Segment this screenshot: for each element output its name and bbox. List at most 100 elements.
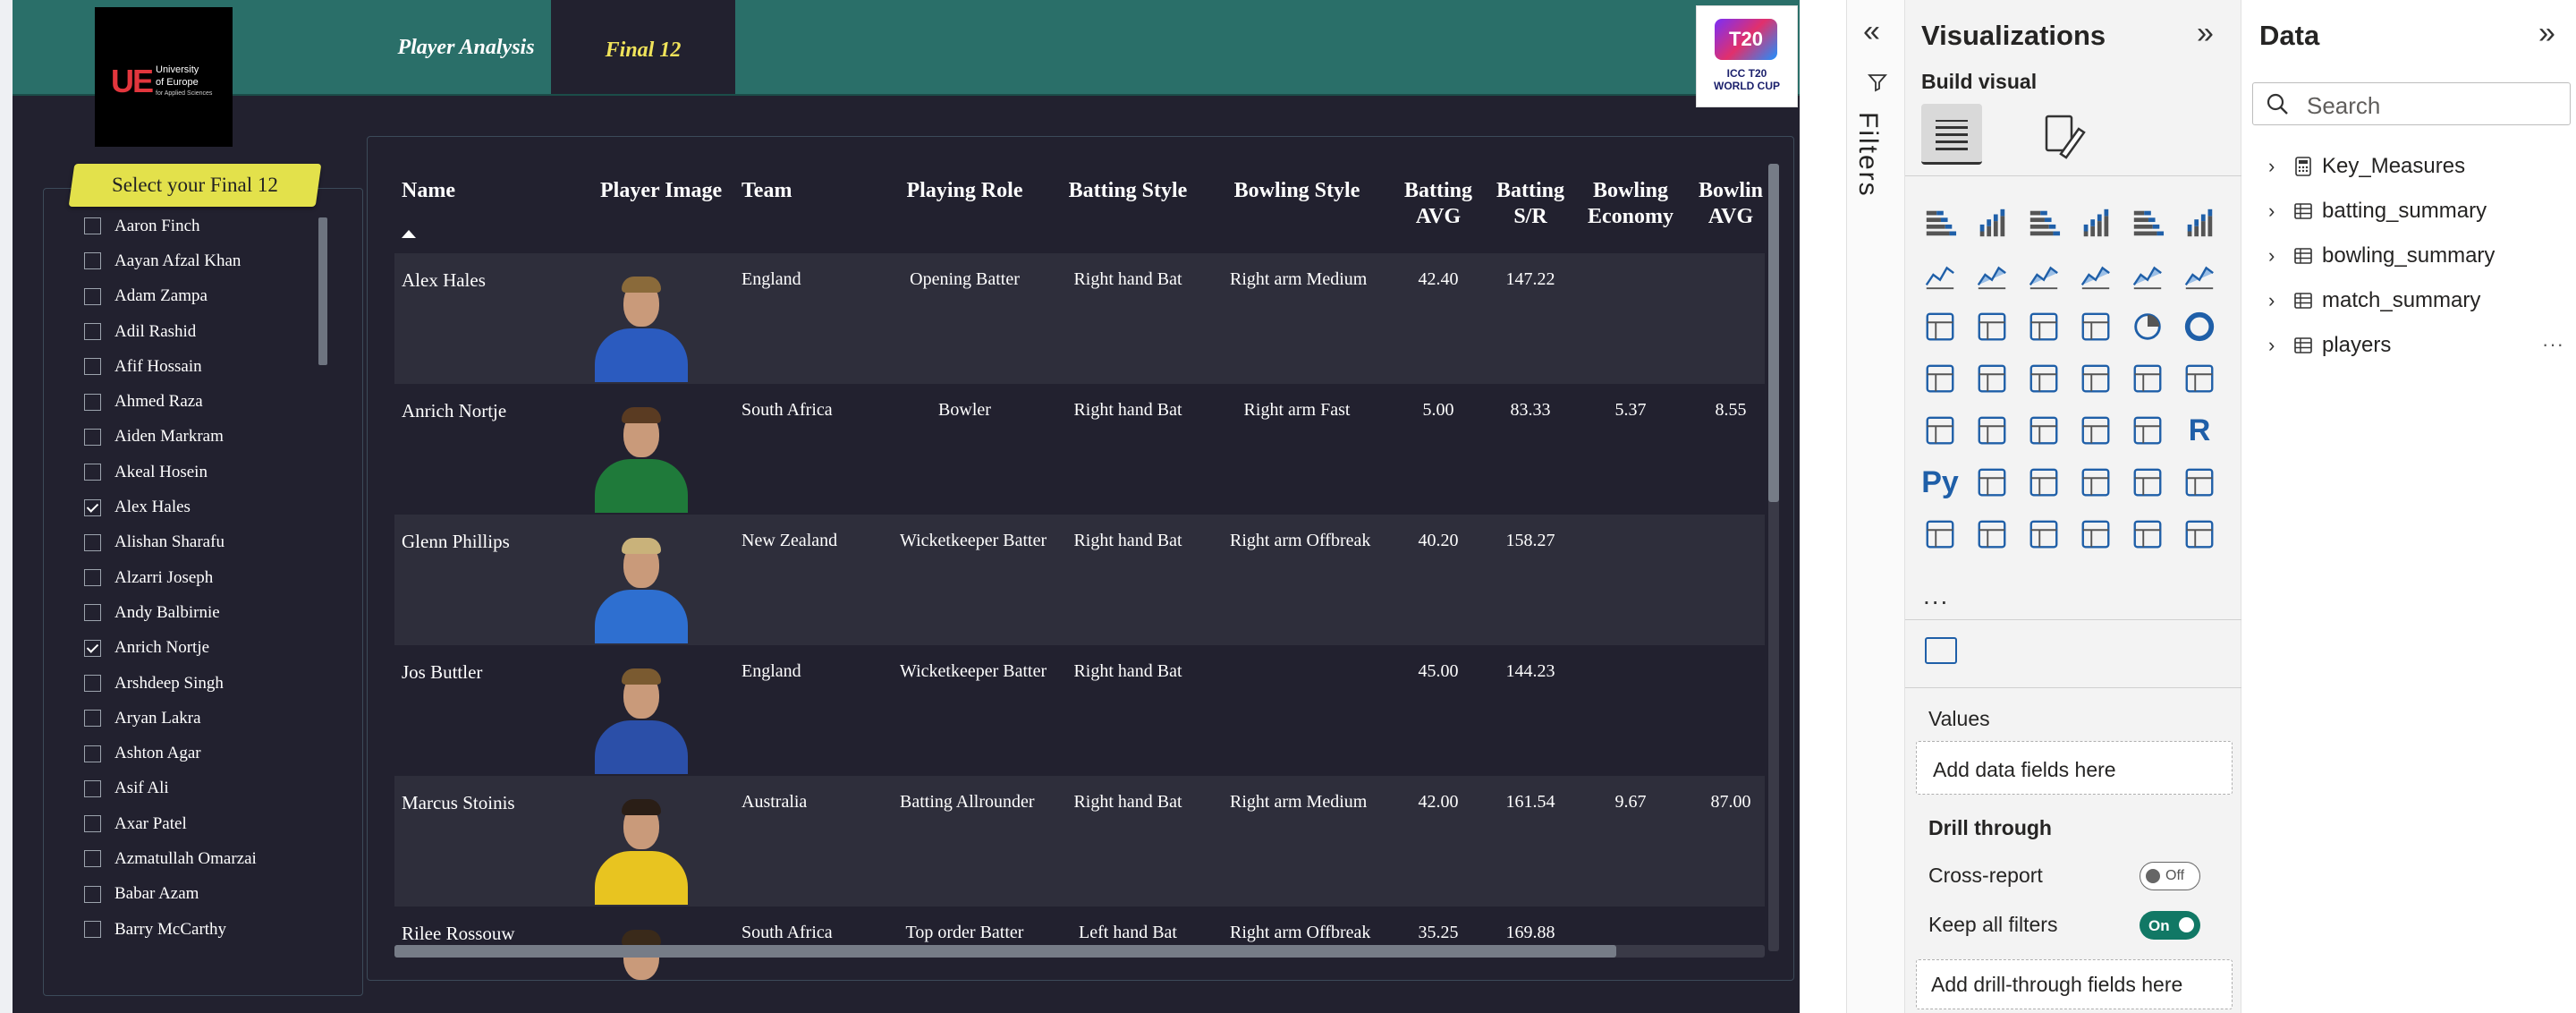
- 100-stacked-column-icon[interactable]: [2179, 202, 2220, 243]
- table-row[interactable]: Glenn Phillips New Zealand Wicketkeeper Ba…: [394, 515, 1765, 645]
- data-field-item[interactable]: › Key_Measures: [2268, 152, 2465, 181]
- multi-row-card-icon[interactable]: [1919, 410, 1961, 451]
- col-player-image[interactable]: Player Image: [600, 178, 722, 204]
- table-row[interactable]: Rilee Rossouw South Africa Top order Batte…: [394, 907, 1765, 980]
- 100-stacked-bar-icon[interactable]: [2127, 202, 2168, 243]
- build-visual-icon[interactable]: [1921, 104, 1982, 165]
- line-stacked-column-icon[interactable]: [2179, 254, 2220, 295]
- col-name[interactable]: Name: [402, 178, 455, 204]
- slicer-item[interactable]: Axar Patel: [44, 806, 312, 841]
- slicer-icon[interactable]: [2023, 410, 2064, 451]
- checkbox[interactable]: [84, 745, 101, 762]
- tab-final12[interactable]: Final 12: [551, 0, 735, 96]
- filled-map-icon[interactable]: [2023, 358, 2064, 399]
- stacked-column-icon[interactable]: [1971, 202, 2012, 243]
- filters-label[interactable]: Filters: [1852, 112, 1883, 198]
- waterfall-icon[interactable]: [1971, 306, 2012, 347]
- line-clustered-column-icon[interactable]: [2127, 254, 2168, 295]
- clustered-bar-icon[interactable]: [2023, 202, 2064, 243]
- slicer-item[interactable]: Aiden Markram: [44, 420, 312, 455]
- checkbox[interactable]: [84, 428, 101, 446]
- chevron-right-icon[interactable]: ›: [2268, 200, 2286, 223]
- table-row[interactable]: Jos Buttler England Wicketkeeper Batter Rig…: [394, 645, 1765, 776]
- checkbox[interactable]: [84, 533, 101, 551]
- stacked-bar-icon[interactable]: [1919, 202, 1961, 243]
- chevron-right-icon[interactable]: ›: [2268, 334, 2286, 357]
- metrics-icon[interactable]: [2179, 462, 2220, 503]
- checkbox[interactable]: [84, 393, 101, 411]
- funnel-icon[interactable]: [2023, 306, 2064, 347]
- col-bowling-avg[interactable]: Bowlin AVG: [1695, 178, 1767, 230]
- filters-collapse-icon[interactable]: «: [1863, 16, 1880, 47]
- smart-narrative-icon[interactable]: [1971, 514, 2012, 555]
- checkbox-checked[interactable]: [84, 639, 101, 657]
- checkbox[interactable]: [84, 358, 101, 376]
- col-batting-avg[interactable]: Batting AVG: [1402, 178, 1474, 230]
- data-field-item[interactable]: › bowling_summary: [2268, 242, 2495, 270]
- slicer-item[interactable]: Barry McCarthy: [44, 912, 312, 947]
- clustered-column-icon[interactable]: [2075, 202, 2116, 243]
- checkbox[interactable]: [84, 323, 101, 341]
- card-icon[interactable]: [2179, 358, 2220, 399]
- sort-ascending-icon[interactable]: [402, 230, 416, 238]
- col-bowling-economy[interactable]: Bowling Economy: [1586, 178, 1675, 230]
- slicer-item[interactable]: Azmatullah Omarzai: [44, 841, 312, 876]
- kpi-icon[interactable]: [1971, 410, 2012, 451]
- slicer-item[interactable]: Alishan Sharafu: [44, 525, 312, 560]
- data-expand-icon[interactable]: »: [2538, 16, 2555, 51]
- decomposition-tree-icon[interactable]: [2023, 462, 2064, 503]
- slicer-item[interactable]: Andy Balbirnie: [44, 595, 312, 630]
- diamond-visual-icon[interactable]: [2127, 514, 2168, 555]
- treemap-icon[interactable]: [1919, 358, 1961, 399]
- chevron-right-icon[interactable]: ›: [2268, 289, 2286, 312]
- table-icon[interactable]: [2075, 410, 2116, 451]
- checkbox[interactable]: [84, 604, 101, 622]
- keep-all-filters-toggle[interactable]: On: [2140, 911, 2200, 940]
- table-row[interactable]: Marcus Stoinis Australia Batting Allrounde…: [394, 776, 1765, 907]
- slicer-item[interactable]: Ashton Agar: [44, 736, 312, 770]
- line-chart-icon[interactable]: [1919, 254, 1961, 295]
- azure-map-icon[interactable]: [2075, 358, 2116, 399]
- slicer-item[interactable]: Asif Ali: [44, 771, 312, 806]
- chevron-right-icon[interactable]: ›: [2268, 155, 2286, 178]
- pie-icon[interactable]: [2127, 306, 2168, 347]
- table-vertical-scrollbar[interactable]: [1768, 164, 1779, 502]
- checkbox[interactable]: [84, 217, 101, 235]
- area-chart-icon[interactable]: [1971, 254, 2012, 295]
- table-row[interactable]: Anrich Nortje South Africa Bowler Right han…: [394, 384, 1765, 515]
- checkbox[interactable]: [84, 779, 101, 797]
- checkbox[interactable]: [84, 815, 101, 833]
- image-visual-icon[interactable]: [1925, 637, 1957, 664]
- slicer-scrollbar[interactable]: [318, 217, 327, 365]
- chevron-right-icon[interactable]: ›: [2268, 244, 2286, 268]
- drill-through-drop-well[interactable]: Add drill-through fields here: [1916, 959, 2233, 1009]
- matrix-icon[interactable]: [2127, 410, 2168, 451]
- filters-pane[interactable]: « Filters: [1846, 0, 1905, 1013]
- slicer-item[interactable]: Arshdeep Singh: [44, 666, 312, 701]
- more-options-icon[interactable]: ···: [2542, 333, 2564, 356]
- checkbox[interactable]: [84, 710, 101, 728]
- checkbox[interactable]: [84, 850, 101, 868]
- stacked-area-icon[interactable]: [2023, 254, 2064, 295]
- paginated-report-icon[interactable]: [2127, 462, 2168, 503]
- slicer-item[interactable]: Adil Rashid: [44, 314, 312, 349]
- slicer-item[interactable]: Alex Hales: [44, 489, 312, 524]
- tab-player-analysis[interactable]: Player Analysis: [370, 0, 562, 96]
- map-icon[interactable]: [1971, 358, 2012, 399]
- power-apps-icon[interactable]: [1919, 514, 1961, 555]
- values-drop-well[interactable]: Add data fields here: [1916, 741, 2233, 795]
- data-field-item[interactable]: › batting_summary: [2268, 197, 2487, 226]
- slicer-item[interactable]: Adam Zampa: [44, 279, 312, 314]
- power-automate-icon[interactable]: [2023, 514, 2064, 555]
- checkbox[interactable]: [84, 675, 101, 692]
- python-visual-icon[interactable]: Py: [1919, 462, 1961, 503]
- slicer-item[interactable]: Babar Azam: [44, 877, 312, 912]
- gauge-icon[interactable]: [2127, 358, 2168, 399]
- data-field-item[interactable]: › players: [2268, 331, 2391, 360]
- more-visuals-icon[interactable]: ...: [1923, 582, 1949, 610]
- data-field-item[interactable]: › match_summary: [2268, 286, 2480, 315]
- col-playing-role[interactable]: Playing Role: [900, 178, 1030, 204]
- format-visual-icon[interactable]: [2039, 111, 2089, 161]
- col-team[interactable]: Team: [741, 178, 792, 204]
- table-horizontal-scrollbar[interactable]: [394, 945, 1616, 958]
